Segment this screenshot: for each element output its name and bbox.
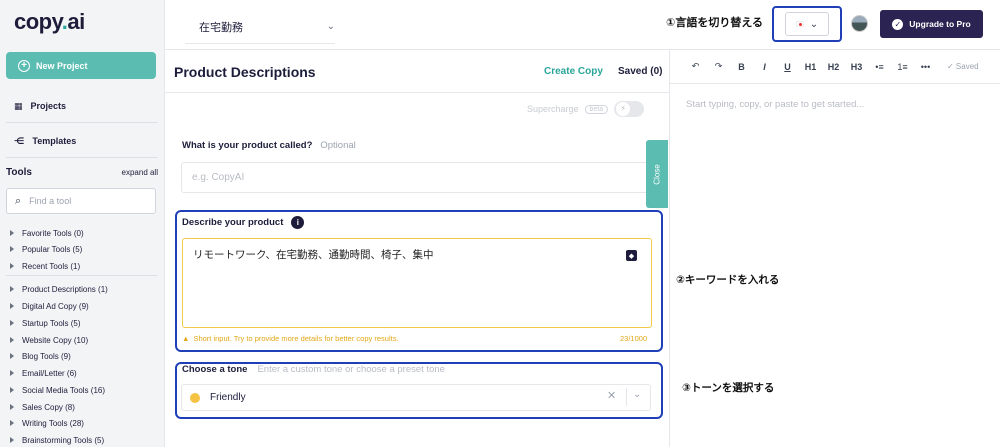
tool-digital-ad-copy[interactable]: Digital Ad Copy (9) (10, 299, 160, 313)
tools-header: Tools expand all (6, 167, 158, 178)
search-icon: ⌕ (15, 194, 22, 207)
h1-button[interactable]: H1 (799, 62, 822, 72)
tool-social-media[interactable]: Social Media Tools (16) (10, 383, 160, 397)
tool-email-letter[interactable]: Email/Letter (6) (10, 366, 160, 380)
caret-right-icon (10, 337, 14, 343)
caret-right-icon (10, 230, 14, 236)
clear-icon[interactable]: ✕ (607, 389, 616, 402)
h3-button[interactable]: H3 (845, 62, 868, 72)
redo-icon[interactable]: ↷ (707, 61, 730, 72)
describe-label: Describe your product i (182, 216, 305, 229)
beta-badge: beta (584, 104, 609, 114)
smile-icon (190, 392, 200, 403)
supercharge-toggle[interactable]: Supercharge beta (527, 101, 645, 117)
italic-button[interactable]: I (753, 62, 776, 72)
h2-button[interactable]: H2 (822, 62, 845, 72)
grammar-icon[interactable]: ◆ (626, 250, 637, 261)
divider (165, 92, 670, 93)
divider (6, 122, 158, 123)
caret-right-icon (10, 420, 14, 426)
tone-select[interactable]: Friendly (181, 384, 651, 411)
chevron-down-icon: ⌄ (326, 21, 335, 32)
toggle-switch[interactable] (614, 101, 645, 117)
caret-right-icon (10, 404, 14, 410)
tool-product-descriptions[interactable]: Product Descriptions (1) (10, 282, 160, 296)
tool-blog[interactable]: Blog Tools (9) (10, 349, 160, 363)
annotation-tone: ③トーンを選択する (682, 382, 775, 394)
warning-icon: ▲ (182, 334, 190, 343)
annotation-language: ①言語を切り替える (666, 17, 763, 29)
chevron-down-icon[interactable]: ⌄ (633, 389, 641, 400)
grid-icon: ▦ (14, 100, 23, 111)
bold-button[interactable]: B (730, 62, 753, 72)
describe-textarea[interactable]: リモートワーク、在宅勤務、通勤時間、椅子、集中 (182, 238, 652, 328)
annotation-keywords: ②キーワードを入れる (676, 274, 780, 286)
page-title: Product Descriptions (174, 64, 316, 80)
caret-right-icon (10, 353, 14, 359)
tool-recent[interactable]: Recent Tools (1) (10, 259, 160, 273)
tab-saved[interactable]: Saved (0) (618, 66, 662, 77)
find-tool-input[interactable]: ⌕ Find a tool (6, 188, 156, 214)
saved-status: ✓ Saved (947, 62, 979, 71)
sidebar-item-templates[interactable]: ⋲ Templates (14, 132, 159, 150)
avatar[interactable] (851, 15, 868, 32)
underline-button[interactable]: U (776, 62, 799, 72)
language-select[interactable]: ⌄ (785, 12, 829, 36)
copyai-logo[interactable]: copy.ai (14, 9, 85, 35)
product-name-label: What is your product called? Optional (182, 140, 356, 151)
bullet-list-icon[interactable]: •≡ (868, 62, 891, 72)
workspace-select[interactable]: 在宅勤務 ⌄ (185, 10, 335, 44)
editor-toolbar: ↶ ↷ B I U H1 H2 H3 •≡ 1≡ ••• ✓ Saved (670, 50, 1000, 84)
new-project-button[interactable]: + New Project (6, 52, 156, 79)
caret-right-icon (10, 370, 14, 376)
tool-popular[interactable]: Popular Tools (5) (10, 242, 160, 256)
warning-text: ▲ Short input. Try to provide more detail… (182, 334, 399, 343)
numbered-list-icon[interactable]: 1≡ (891, 62, 914, 72)
divider (6, 157, 158, 158)
tool-sales-copy[interactable]: Sales Copy (8) (10, 400, 160, 414)
caret-right-icon (10, 263, 14, 269)
close-panel-button[interactable]: Close (646, 140, 668, 208)
chevron-down-icon: ⌄ (809, 18, 819, 30)
divider (669, 50, 670, 447)
divider (626, 388, 627, 406)
tone-label: Choose a tone Enter a custom tone or choo… (182, 364, 445, 375)
caret-right-icon (10, 286, 14, 292)
product-name-input[interactable]: e.g. CopyAI (181, 162, 662, 193)
upgrade-button[interactable]: ✓ Upgrade to Pro (880, 10, 983, 38)
caret-right-icon (10, 246, 14, 252)
char-count: 23/1000 (620, 334, 648, 343)
divider (6, 275, 158, 276)
caret-right-icon (10, 387, 14, 393)
plus-icon: + (18, 59, 30, 72)
japan-flag-icon (795, 21, 804, 27)
language-highlight: ⌄ (772, 6, 842, 42)
caret-right-icon (10, 320, 14, 326)
expand-all-link[interactable]: expand all (122, 168, 158, 177)
caret-right-icon (10, 303, 14, 309)
tools-title: Tools (6, 167, 32, 178)
editor-placeholder[interactable]: Start typing, copy, or paste to get star… (686, 99, 864, 110)
undo-icon[interactable]: ↶ (684, 61, 707, 72)
tab-create-copy[interactable]: Create Copy (544, 66, 603, 77)
tool-website-copy[interactable]: Website Copy (10) (10, 333, 160, 347)
check-icon: ✓ (892, 18, 904, 30)
more-icon[interactable]: ••• (914, 62, 937, 72)
tool-favorite[interactable]: Favorite Tools (0) (10, 226, 160, 240)
share-icon: ⋲ (14, 135, 25, 146)
tool-brainstorming[interactable]: Brainstorming Tools (5) (10, 433, 160, 447)
sidebar-item-projects[interactable]: ▦ Projects (14, 97, 159, 115)
info-icon[interactable]: i (291, 216, 305, 229)
tool-writing[interactable]: Writing Tools (28) (10, 416, 160, 430)
tool-startup[interactable]: Startup Tools (5) (10, 316, 160, 330)
caret-right-icon (10, 437, 14, 443)
